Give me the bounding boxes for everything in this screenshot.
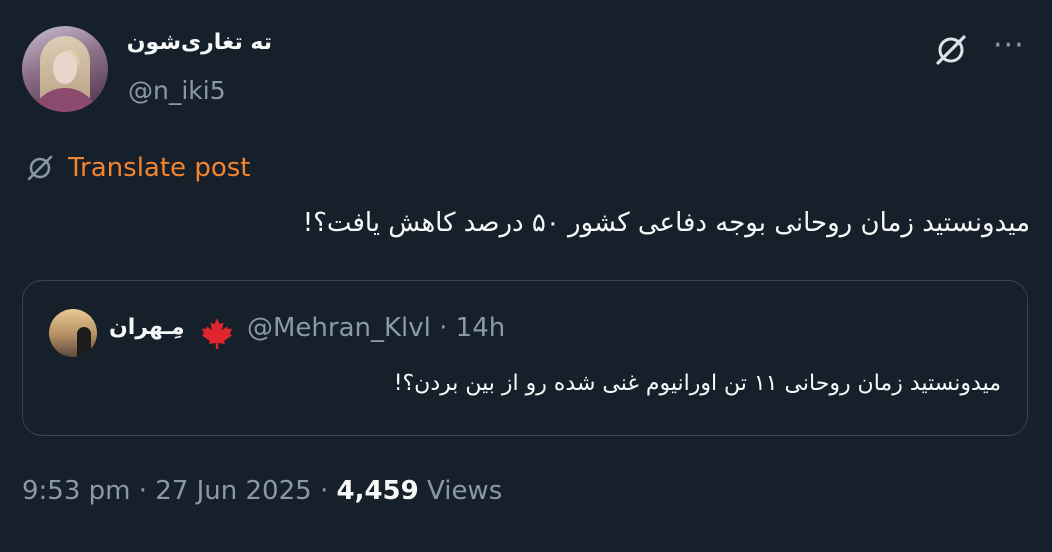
translate-icon <box>27 155 53 181</box>
quoted-tweet-card[interactable]: مِـهران @Mehran_Klvl · 14h میدونستید زما… <box>22 280 1028 436</box>
grok-icon[interactable] <box>931 30 971 70</box>
avatar-figure <box>77 327 91 357</box>
translate-row[interactable]: Translate post <box>24 150 250 186</box>
more-icon[interactable]: ··· <box>993 31 1029 62</box>
tweet-timestamp[interactable]: 9:53 pm · 27 Jun 2025 · <box>22 476 336 506</box>
author-handle[interactable]: @n_iki5 <box>128 76 226 105</box>
translate-post-link[interactable]: Translate post <box>68 153 250 183</box>
quoted-author-handle-time[interactable]: @Mehran_Klvl · 14h <box>247 313 505 343</box>
author-avatar[interactable] <box>22 26 108 112</box>
avatar-face <box>53 52 77 84</box>
tweet-meta: 9:53 pm · 27 Jun 2025 · 4,459 Views <box>22 476 502 506</box>
views-label: Views <box>418 476 503 506</box>
quoted-tweet-text: میدونستید زمان روحانی ۱۱ تن اورانیوم غنی… <box>393 371 1001 396</box>
tweet-text: میدونستید زمان روحانی بوجه دفاعی کشور ۵۰… <box>302 208 1030 238</box>
quoted-author-name[interactable]: مِـهران <box>109 315 185 340</box>
maple-leaf-icon <box>202 318 232 349</box>
author-display-name[interactable]: ته تغاری‌شون <box>127 30 272 55</box>
quoted-author-avatar[interactable] <box>49 309 97 357</box>
views-count: 4,459 <box>336 476 419 506</box>
